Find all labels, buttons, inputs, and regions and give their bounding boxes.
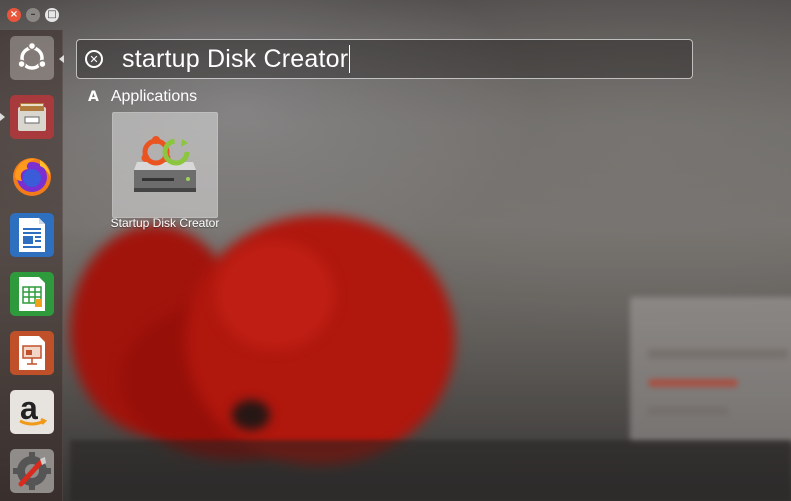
launcher-item-amazon[interactable]: a	[7, 387, 57, 437]
launcher-item-firefox[interactable]	[7, 151, 57, 201]
launcher-item-writer[interactable]	[7, 210, 57, 260]
active-indicator	[59, 55, 64, 63]
launcher-item-files[interactable]	[7, 92, 57, 142]
result-startup-disk-creator[interactable]	[112, 112, 218, 218]
launcher-item-impress[interactable]	[7, 328, 57, 378]
text-caret	[349, 44, 351, 73]
dash-search-box[interactable]: ✕ startup Disk Creator	[76, 39, 693, 79]
ubuntu-logo-icon	[10, 36, 54, 80]
calc-icon	[10, 272, 54, 316]
category-label: Applications	[110, 88, 198, 105]
minimize-button[interactable]: –	[26, 8, 40, 22]
applications-category-icon: A	[88, 89, 99, 105]
settings-icon	[10, 449, 54, 493]
startup-disk-creator-icon	[134, 136, 196, 192]
clear-search-icon[interactable]: ✕	[85, 50, 103, 68]
search-query: startup Disk Creator	[122, 44, 349, 73]
maximize-button[interactable]: □	[45, 8, 59, 22]
launcher: a	[0, 30, 64, 501]
category-header: A Applications	[88, 88, 197, 106]
launcher-item-settings[interactable]	[7, 446, 57, 496]
impress-icon	[10, 331, 54, 375]
search-input[interactable]: startup Disk Creator	[122, 44, 351, 74]
close-button[interactable]: ×	[7, 8, 21, 22]
running-indicator	[0, 113, 5, 121]
writer-icon	[10, 213, 54, 257]
launcher-item-dash[interactable]	[7, 33, 57, 83]
amazon-icon: a	[10, 390, 54, 434]
result-label: Startup Disk Creator	[110, 216, 220, 230]
launcher-item-calc[interactable]	[7, 269, 57, 319]
window-controls: × – □	[7, 8, 59, 22]
file-cabinet-icon	[10, 95, 54, 139]
firefox-icon	[10, 154, 54, 198]
